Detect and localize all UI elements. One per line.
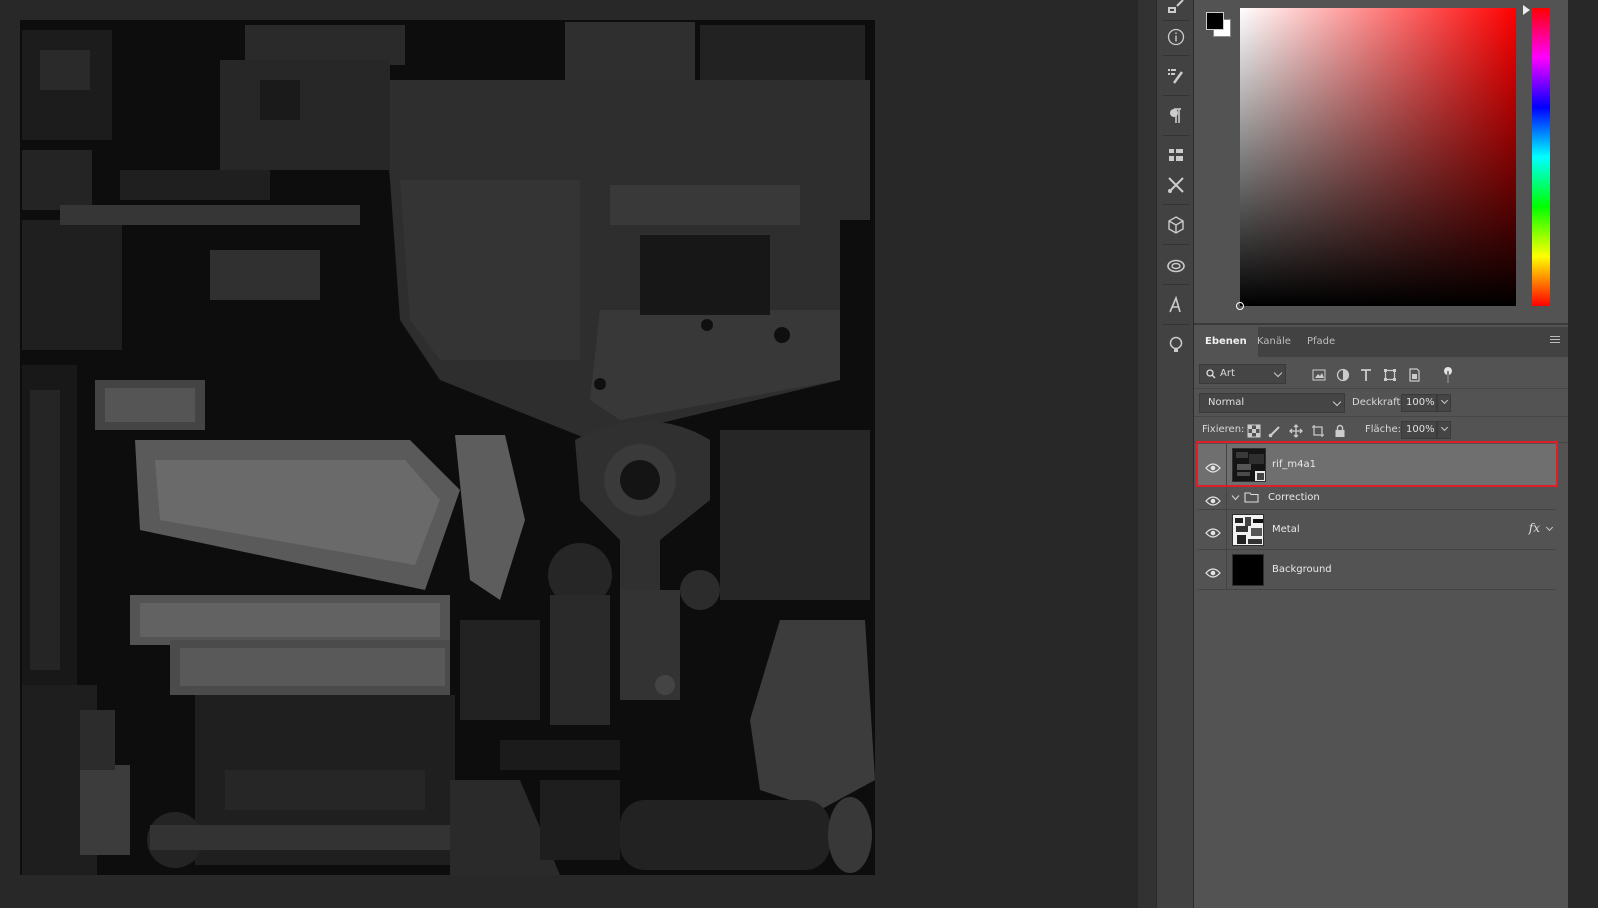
layer-filter-select[interactable]: Art (1199, 364, 1286, 384)
strip-divider (1163, 204, 1189, 205)
strip-divider (1163, 324, 1189, 325)
3d-cube-icon[interactable] (1162, 211, 1190, 239)
layer-row-rif-m4a1[interactable]: rif_m4a1 (1198, 444, 1556, 486)
search-icon (1206, 369, 1216, 379)
divider (1194, 416, 1568, 417)
strip-divider (1163, 55, 1189, 56)
divider (1194, 388, 1568, 389)
layers-panel-tabs: Ebenen Kanäle Pfade (1194, 327, 1568, 357)
panel-menu-icon[interactable] (1550, 336, 1560, 346)
filter-smart-objects-icon[interactable] (1407, 367, 1421, 382)
tab-pfade[interactable]: Pfade (1296, 327, 1346, 357)
color-picker-field[interactable] (1236, 8, 1516, 310)
creative-cloud-libraries-icon[interactable] (1162, 251, 1190, 279)
divider (1226, 486, 1227, 509)
lock-image-pixels-icon[interactable] (1268, 423, 1282, 438)
workspace-edge (1568, 0, 1598, 908)
filter-type-layers-icon[interactable] (1359, 367, 1373, 381)
hue-slider[interactable] (1532, 8, 1550, 306)
filter-toggle-switch[interactable] (1444, 367, 1452, 383)
chevron-down-icon[interactable] (1545, 523, 1554, 532)
layer-name[interactable]: Background (1272, 564, 1332, 575)
opacity-dropdown-button[interactable] (1437, 394, 1451, 412)
lock-transparent-pixels-icon[interactable] (1247, 423, 1261, 438)
info-icon[interactable] (1162, 23, 1190, 51)
strip-divider (1163, 95, 1189, 96)
texture-atlas-artwork (20, 20, 875, 875)
lock-position-icon[interactable] (1289, 423, 1303, 438)
learn-icon[interactable] (1162, 331, 1190, 359)
chevron-down-icon (1440, 396, 1449, 405)
strip-divider (1163, 284, 1189, 285)
foreground-color-swatch[interactable] (1206, 12, 1224, 30)
layer-thumbnail (1232, 448, 1266, 482)
lock-label: Fixieren: (1202, 424, 1245, 435)
layer-row-background[interactable]: Background (1198, 550, 1556, 590)
tools-icon[interactable] (1162, 171, 1190, 199)
visibility-eye-icon[interactable] (1205, 524, 1221, 538)
filter-pixel-layers-icon[interactable] (1312, 367, 1326, 381)
panel-gap (1138, 0, 1156, 908)
layers-panel: Ebenen Kanäle Pfade Art Normal Deckkraft… (1194, 327, 1568, 908)
layer-name[interactable]: Correction (1268, 492, 1320, 503)
divider (1226, 550, 1227, 589)
layer-row-metal[interactable]: Metal fx (1198, 510, 1556, 550)
canvas-workspace[interactable] (0, 0, 1138, 908)
chevron-down-icon (1273, 368, 1283, 378)
color-panel (1194, 0, 1568, 325)
fill-input[interactable]: 100% (1401, 421, 1437, 439)
strip-divider (1163, 244, 1189, 245)
blend-mode-value: Normal (1208, 397, 1245, 408)
visibility-eye-icon[interactable] (1205, 492, 1221, 506)
opacity-label: Deckkraft: (1352, 397, 1404, 408)
blend-mode-select[interactable]: Normal (1199, 393, 1345, 413)
fill-dropdown-button[interactable] (1437, 421, 1451, 439)
strip-divider (1163, 135, 1189, 136)
history-icon[interactable] (1162, 0, 1190, 20)
layer-name[interactable]: rif_m4a1 (1272, 459, 1316, 470)
lock-all-icon[interactable] (1333, 423, 1347, 437)
brush-presets-icon[interactable] (1162, 62, 1190, 90)
layer-thumbnail (1232, 554, 1264, 586)
filter-adjustment-layers-icon[interactable] (1336, 367, 1350, 382)
layer-effects-icon[interactable]: fx (1529, 521, 1540, 535)
visibility-eye-icon[interactable] (1205, 459, 1221, 473)
collapsed-panel-strip (1156, 0, 1194, 908)
divider (1226, 510, 1227, 549)
chevron-down-icon (1440, 423, 1449, 432)
divider (1226, 444, 1227, 485)
strip-divider (1163, 20, 1189, 21)
layer-thumbnail (1232, 514, 1264, 546)
blend-row: Normal Deckkraft: 100% (1194, 391, 1568, 415)
lock-row: Fixieren: Fläche: 100% (1194, 419, 1568, 441)
hue-slider-marker[interactable] (1523, 5, 1530, 15)
document-canvas[interactable] (20, 20, 875, 875)
opacity-input[interactable]: 100% (1401, 394, 1437, 412)
properties-icon[interactable] (1162, 141, 1190, 169)
layer-filter-label: Art (1220, 368, 1235, 379)
divider (1194, 442, 1568, 443)
chevron-down-icon[interactable] (1231, 493, 1240, 502)
glyphs-icon[interactable] (1162, 291, 1190, 319)
tab-kanaele[interactable]: Kanäle (1246, 327, 1302, 357)
right-panel-dock: Ebenen Kanäle Pfade Art Normal Deckkraft… (1194, 0, 1568, 908)
filter-shape-layers-icon[interactable] (1383, 367, 1397, 381)
chevron-down-icon (1332, 397, 1342, 407)
paragraph-icon[interactable] (1162, 102, 1190, 130)
folder-icon (1244, 492, 1259, 503)
color-picker-marker[interactable] (1236, 302, 1244, 310)
layer-name[interactable]: Metal (1272, 524, 1300, 535)
layer-filter-row: Art (1194, 361, 1568, 387)
layer-row-correction[interactable]: Correction (1198, 486, 1556, 510)
lock-artboard-icon[interactable] (1311, 423, 1325, 437)
fill-label: Fläche: (1365, 424, 1402, 435)
photoshop-window: Ebenen Kanäle Pfade Art Normal Deckkraft… (0, 0, 1598, 908)
visibility-eye-icon[interactable] (1205, 564, 1221, 578)
